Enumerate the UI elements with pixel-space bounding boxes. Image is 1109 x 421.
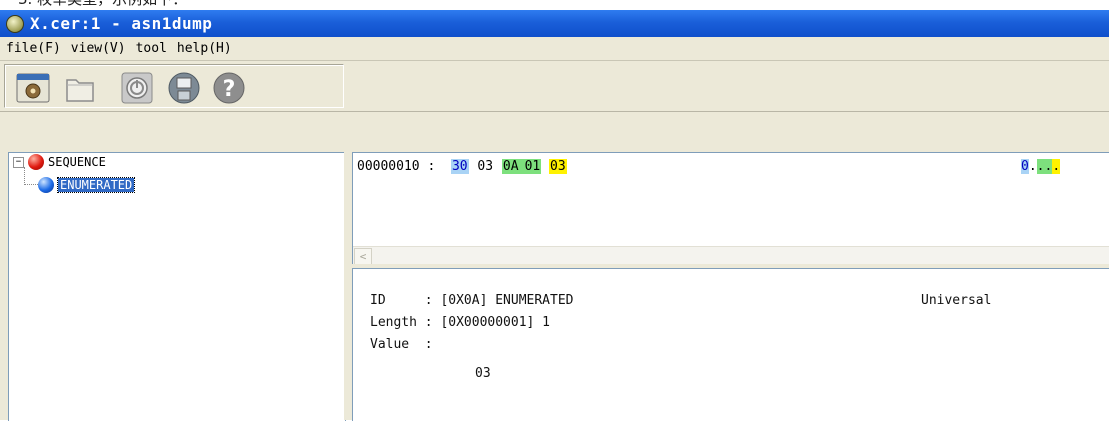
ascii-char: 0	[1021, 159, 1029, 174]
window-title: X.cer:1 - asn1dump	[30, 14, 213, 33]
toolbar-button-group: ?	[4, 64, 344, 108]
detail-length-line: Length : [0X00000001] 1	[370, 315, 551, 330]
cropped-heading: 3. 枚举类型，示例如下：	[0, 0, 1109, 10]
menu-view[interactable]: view(V)	[71, 41, 126, 56]
power-icon	[121, 72, 153, 104]
horizontal-scrollbar[interactable]: <	[353, 246, 1109, 265]
tree-connector-horizontal	[24, 184, 38, 185]
toolbar: ?	[0, 61, 1109, 112]
settings-icon	[16, 73, 50, 103]
tree-node-enumerated[interactable]: ENUMERATED	[38, 176, 136, 194]
detail-value-data: 03	[475, 366, 491, 381]
hex-byte[interactable]: 01	[519, 159, 542, 174]
window-title-bar[interactable]: X.cer:1 - asn1dump	[0, 10, 1109, 37]
detail-id-line: ID : [0X0A] ENUMERATED	[370, 293, 574, 308]
tree-node-sequence[interactable]: − SEQUENCE	[13, 153, 106, 171]
tree-node-label: SEQUENCE	[48, 155, 106, 169]
hex-view[interactable]: 00000010 : 30 03 0A 01 03 0.... <	[352, 152, 1109, 266]
ascii-char: .	[1052, 159, 1061, 174]
scroll-left-icon[interactable]: <	[354, 248, 372, 265]
menu-file[interactable]: file(F)	[6, 41, 61, 56]
menu-bar: file(F) view(V) tool help(H)	[0, 37, 1109, 61]
asn1-tree-view[interactable]: − SEQUENCE ENUMERATED	[8, 152, 346, 421]
hex-byte[interactable]: 03	[549, 159, 567, 174]
svg-text:?: ?	[223, 77, 236, 102]
hex-byte[interactable]: 0A	[501, 159, 520, 174]
collapse-toggle-icon[interactable]: −	[13, 156, 24, 168]
detail-value-line: Value :	[370, 337, 433, 352]
detail-id-class: Universal	[921, 293, 992, 308]
enumerated-node-icon	[38, 177, 54, 193]
ascii-column: 0....	[1021, 159, 1061, 174]
hex-byte[interactable]: 30	[450, 159, 469, 174]
help-icon: ?	[213, 72, 245, 104]
menu-tool[interactable]: tool	[136, 41, 167, 56]
detail-view: ID : [0X0A] ENUMERATED Universal Length …	[352, 268, 1109, 421]
settings-button[interactable]	[15, 71, 51, 105]
hex-row: 00000010 : 30 03 0A 01 03	[357, 159, 567, 174]
sequence-node-icon	[28, 154, 44, 170]
open-button[interactable]	[62, 71, 98, 105]
tree-node-label-selected: ENUMERATED	[56, 177, 136, 193]
open-folder-icon	[66, 79, 94, 102]
help-button[interactable]: ?	[211, 71, 247, 105]
asn1dump-app-icon[interactable]	[6, 14, 24, 33]
power-button[interactable]	[119, 71, 155, 105]
menu-help[interactable]: help(H)	[177, 41, 232, 56]
ascii-char: .	[1028, 159, 1037, 174]
hex-byte[interactable]: 03	[476, 159, 494, 174]
disk-icon	[168, 72, 200, 104]
vertical-splitter[interactable]	[344, 152, 352, 420]
disk-button[interactable]	[166, 71, 202, 105]
hex-offset: 00000010 :	[357, 159, 436, 174]
